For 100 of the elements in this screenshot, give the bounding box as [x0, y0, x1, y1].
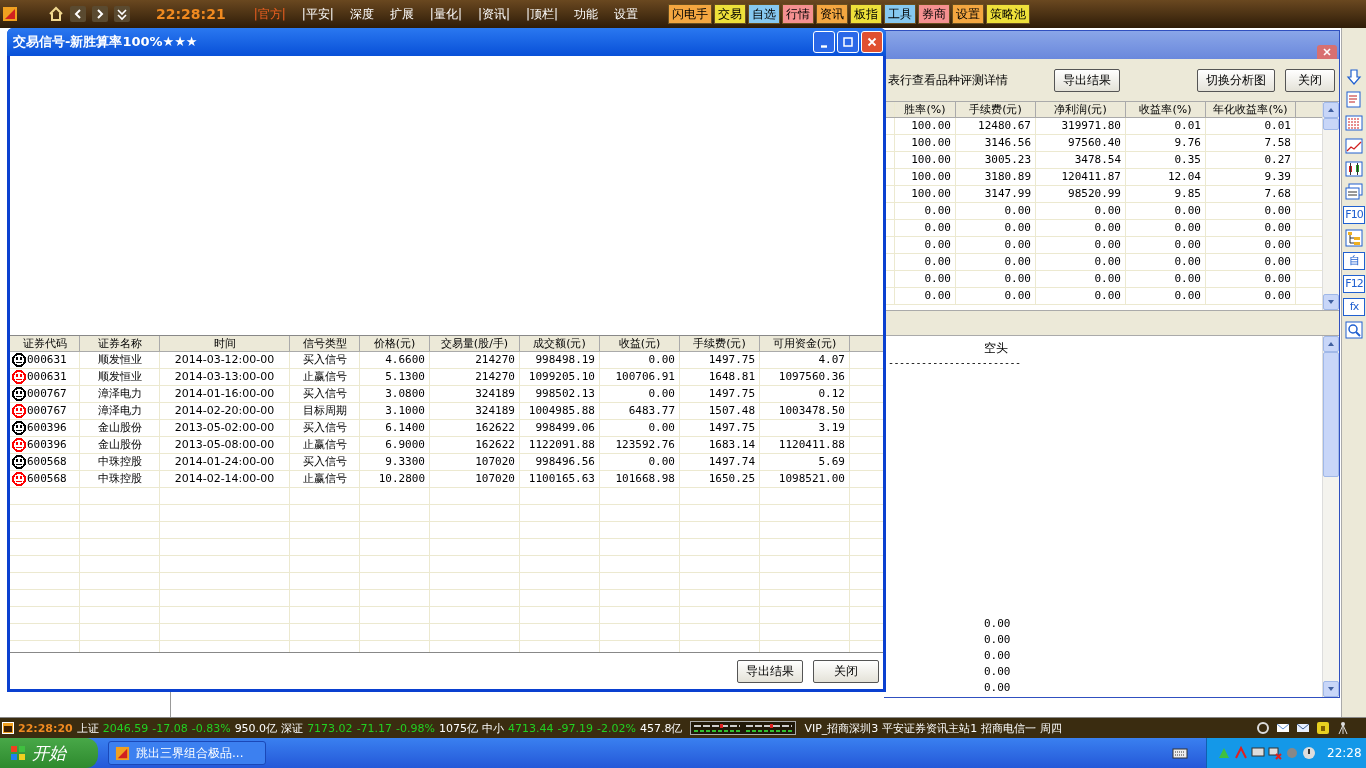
table-cell: 0.00 — [956, 288, 1036, 304]
scroll-up-icon[interactable] — [1328, 342, 1334, 346]
column-header[interactable]: 胜率(%) — [895, 102, 956, 117]
column-header[interactable]: 收益(元) — [600, 336, 680, 351]
mail-icon[interactable] — [1296, 721, 1310, 735]
windows-icon[interactable] — [1345, 183, 1363, 201]
antenna-icon[interactable] — [1336, 721, 1350, 735]
index-change: -97.19 — [557, 721, 593, 735]
table-cell: 600396 — [27, 420, 67, 436]
table-cell: 1097560.36 — [760, 369, 850, 385]
scrollbar[interactable] — [1322, 102, 1339, 310]
table-cell: 998498.19 — [520, 352, 600, 368]
quick-button[interactable]: 闪电手 — [668, 4, 713, 24]
table-cell: 1122091.88 — [520, 437, 600, 453]
down-arrow-icon[interactable] — [1345, 68, 1363, 86]
scroll-thumb[interactable] — [1323, 118, 1339, 130]
quick-button[interactable]: 券商 — [918, 4, 951, 24]
scroll-down-icon[interactable] — [1328, 300, 1334, 304]
list-icon[interactable] — [1345, 91, 1363, 109]
table-cell: 100.00 — [895, 135, 956, 151]
menu-item[interactable]: |平安| — [301, 5, 334, 23]
switch-chart-button[interactable]: 切换分析图 — [1197, 68, 1275, 92]
windows-logo-icon — [10, 745, 26, 761]
column-header[interactable]: 净利润(元) — [1036, 102, 1126, 117]
column-header[interactable]: 证券名称 — [80, 336, 160, 351]
search-icon[interactable] — [1345, 321, 1363, 339]
column-header[interactable]: 时间 — [160, 336, 290, 351]
taskbar-button[interactable]: 跳出三界组合极品... — [108, 741, 266, 765]
quick-button[interactable]: 板指 — [850, 4, 883, 24]
scrollbar[interactable] — [1322, 336, 1339, 697]
export-button[interactable]: 导出结果 — [1054, 68, 1120, 92]
maximize-button[interactable] — [837, 31, 859, 53]
clock: 22:28 — [1327, 746, 1362, 760]
back-icon[interactable] — [70, 6, 86, 22]
table-cell: 107020 — [430, 454, 520, 470]
menu-item[interactable]: |顶栏| — [526, 5, 559, 23]
column-header[interactable]: 收益率(%) — [1126, 102, 1206, 117]
table-cell: 2013-05-02:00-00 — [160, 420, 290, 436]
quick-button[interactable]: 策略池 — [986, 4, 1031, 24]
line-chart-icon[interactable] — [1345, 137, 1363, 155]
disconnected-network-icon[interactable] — [1268, 746, 1282, 760]
menu-item[interactable]: 深度 — [349, 5, 374, 23]
table-cell: 319971.80 — [1036, 118, 1126, 134]
menu-item[interactable]: |量化| — [429, 5, 462, 23]
tree-icon[interactable] — [1345, 229, 1363, 247]
quick-button[interactable]: 行情 — [782, 4, 815, 24]
minimize-icon — [821, 44, 827, 48]
column-header[interactable]: 证券代码 — [10, 336, 80, 351]
scroll-thumb[interactable] — [1323, 352, 1339, 477]
quick-button[interactable]: 工具 — [884, 4, 917, 24]
expand-icon[interactable] — [114, 6, 130, 22]
table-cell: 2014-02-20:00-00 — [160, 403, 290, 419]
scroll-up-icon[interactable] — [1328, 108, 1334, 112]
table-cell: 1507.48 — [680, 403, 760, 419]
toolbar-button[interactable]: F12 — [1343, 275, 1365, 293]
close-button[interactable] — [1317, 45, 1337, 59]
menu-item[interactable]: 设置 — [614, 5, 639, 23]
menu-item[interactable]: |资讯| — [477, 5, 511, 23]
menu-item[interactable]: 扩展 — [389, 5, 414, 23]
column-header[interactable]: 成交额(元) — [520, 336, 600, 351]
grid-icon[interactable] — [1345, 114, 1363, 132]
table-cell: 0.00 — [600, 454, 680, 470]
export-button[interactable]: 导出结果 — [737, 659, 803, 683]
table-cell: 100.00 — [895, 118, 956, 134]
close-button[interactable] — [861, 31, 883, 53]
keyboard-icon[interactable] — [1172, 746, 1188, 760]
home-icon[interactable] — [48, 6, 64, 22]
toolbar-button[interactable]: fx — [1343, 298, 1365, 316]
column-header[interactable]: 交易量(股/手) — [430, 336, 520, 351]
close-button[interactable]: 关闭 — [813, 659, 879, 683]
message-icon[interactable] — [1276, 721, 1290, 735]
window-icon[interactable] — [2, 722, 14, 734]
menu-item[interactable]: 功能 — [574, 5, 599, 23]
scroll-down-icon[interactable] — [1328, 687, 1334, 691]
table-cell: 0.00 — [1036, 288, 1126, 304]
table-cell: 6.9000 — [360, 437, 430, 453]
power-icon[interactable] — [1302, 746, 1316, 760]
table-cell: 0.00 — [1206, 271, 1296, 287]
app-logo-icon[interactable] — [2, 6, 18, 22]
close-button[interactable]: 关闭 — [1285, 68, 1335, 92]
table-cell: 1003478.50 — [760, 403, 850, 419]
column-header[interactable]: 价格(元) — [360, 336, 430, 351]
forward-icon[interactable] — [92, 6, 108, 22]
column-header[interactable]: 信号类型 — [290, 336, 360, 351]
quick-button[interactable]: 设置 — [952, 4, 985, 24]
monitor-icon[interactable] — [1251, 746, 1265, 760]
column-header[interactable]: 年化收益率(%) — [1206, 102, 1296, 117]
column-header[interactable]: 可用资金(元) — [760, 336, 850, 351]
quick-button[interactable]: 资讯 — [816, 4, 849, 24]
start-button[interactable]: 开始 — [0, 738, 98, 768]
quick-button[interactable]: 交易 — [714, 4, 747, 24]
toolbar-button[interactable]: F10 — [1343, 206, 1365, 224]
toolbar-button[interactable]: 自 — [1343, 252, 1365, 270]
quick-button[interactable]: 自选 — [748, 4, 781, 24]
column-header[interactable]: 手续费(元) — [956, 102, 1036, 117]
column-header[interactable]: 手续费(元) — [680, 336, 760, 351]
minimize-button[interactable] — [813, 31, 835, 53]
table-cell: 0.00 — [1036, 237, 1126, 253]
candlestick-icon[interactable] — [1345, 160, 1363, 178]
menu-item[interactable]: |官方| — [253, 5, 286, 23]
